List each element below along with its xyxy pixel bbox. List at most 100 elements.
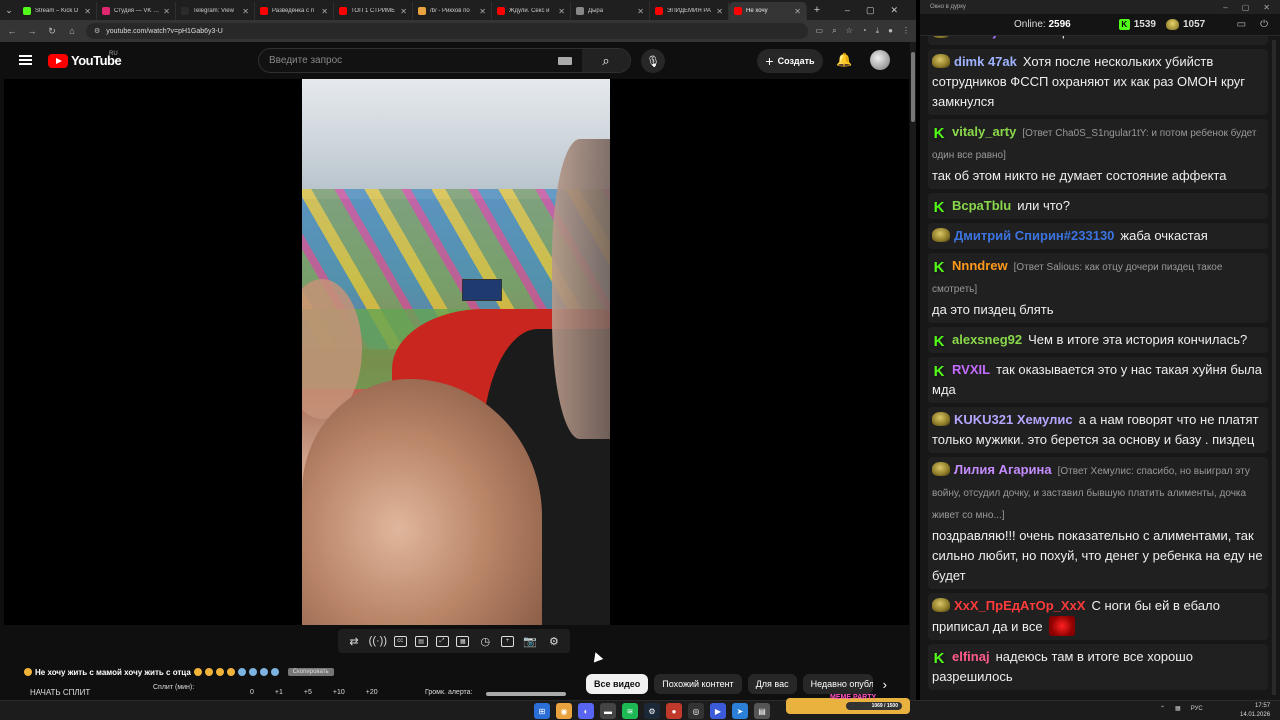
browser-tab[interactable]: /b/ - Рикхов по ✕ [413,2,492,20]
search-button[interactable]: ⌕ [582,49,630,72]
minimize-icon[interactable]: – [845,5,850,16]
clapper-icon[interactable]: ▤ [414,635,428,647]
chat-username[interactable]: dimk 47ak [954,54,1017,69]
meme-party-widget[interactable]: MEME PARTY 1069 / 1500 [786,694,910,714]
forward-icon[interactable]: → [26,26,38,36]
chevron-right-icon[interactable]: › [883,677,887,692]
audio-icon[interactable]: ((·)) [369,633,387,649]
split-value[interactable]: 0 [250,689,254,696]
back-icon[interactable]: ← [6,26,18,36]
split-value[interactable]: +1 [275,689,283,696]
chat-username[interactable]: ВсраТblu [952,198,1011,213]
browser-tab[interactable]: Студия — VK Видео ✕ [97,2,176,20]
avatar[interactable] [870,50,890,70]
keyboard-icon[interactable] [558,56,572,65]
chip-similar[interactable]: Похожий контент [654,674,742,694]
tray-expand-icon[interactable]: ⌃ [1160,705,1165,712]
chat-username[interactable]: RVXIL [952,362,990,377]
search-input[interactable]: Введите запрос [259,55,558,66]
browser-tab[interactable]: Ждули. Секс и ✕ [492,2,571,20]
tab-close-icon[interactable]: ✕ [558,7,565,16]
browser-tab[interactable]: Не хочу ✕ [729,2,807,20]
notepad-icon[interactable]: ▤ [754,703,770,719]
site-info-icon[interactable]: ⚙ [94,27,100,35]
chrome-icon[interactable]: ◉ [556,703,572,719]
chat-username[interactable]: KUKU321 Хемулис [954,412,1073,427]
video-frame[interactable] [302,79,610,625]
create-button[interactable]: + Создать [757,49,823,73]
browser-tab[interactable]: Telegram: View ✕ [176,2,255,20]
copy-title-button[interactable]: Скопировать [287,668,334,676]
scrollbar-thumb[interactable] [911,52,915,122]
voice-search-button[interactable]: 🎙 [641,49,665,73]
speed-icon[interactable]: ◷ [477,633,493,649]
app-icon[interactable]: ● [666,703,682,719]
tab-close-icon[interactable]: ✕ [163,7,170,16]
subtitles-icon[interactable]: cc [393,635,407,647]
steam-icon[interactable]: ⚙ [644,703,660,719]
loop-icon[interactable]: ⇄ [346,633,362,649]
new-tab-icon[interactable]: + [807,4,827,16]
search-box[interactable]: Введите запрос ⌕ [258,48,631,73]
power-icon[interactable]: ⏻ [1260,19,1268,30]
close-icon[interactable]: ✕ [1263,3,1270,12]
tray-app-icon[interactable]: ▦ [1175,705,1181,712]
language-indicator[interactable]: РУС [1191,706,1203,712]
split-value[interactable]: +5 [304,689,312,696]
tab-close-icon[interactable]: ✕ [84,7,91,16]
chip-recent[interactable]: Недавно опубл [802,674,873,694]
video-player[interactable] [4,79,909,625]
cast-icon[interactable]: ▭ [816,26,824,36]
tab-close-icon[interactable]: ✕ [479,7,486,16]
chat-scrollbar[interactable] [1272,40,1276,695]
browser-tab[interactable]: ТОП 1 СТРИМЕ ✕ [334,2,413,20]
browser-tab[interactable]: Stream – Kick D ✕ [18,2,97,20]
tab-search-icon[interactable]: ⌄ [0,0,18,20]
start-split-button[interactable]: НАЧАТЬ СПЛИТ [30,688,90,697]
split-value[interactable]: +10 [333,689,345,696]
minimize-icon[interactable]: – [1223,3,1227,12]
chat-username[interactable]: elfinaj [952,649,990,664]
chat-username[interactable]: alexsneg92 [952,332,1022,347]
profile-icon[interactable]: ● [888,26,893,36]
chip-all-videos[interactable]: Все видео [586,674,649,694]
tab-close-icon[interactable]: ✕ [637,7,644,16]
chip-for-you[interactable]: Для вас [747,674,797,694]
close-icon[interactable]: ✕ [890,5,898,16]
tab-close-icon[interactable]: ✕ [794,7,801,16]
obs-icon[interactable]: ◎ [688,703,704,719]
chat-username[interactable]: Nnndrew [952,258,1008,273]
start-icon[interactable]: ⊞ [534,703,550,719]
zoom-icon[interactable]: ⌕ [832,26,836,36]
alert-volume-slider[interactable] [486,692,566,696]
clock[interactable]: 17:57 14.01.2026 [1240,702,1270,720]
browser-tab[interactable]: ЭПИДЕМИЯ РА ✕ [650,2,729,20]
browser-tab[interactable]: Разведёнка с п ✕ [255,2,334,20]
maximize-icon[interactable]: ▢ [1242,3,1250,12]
settings-gear-icon[interactable]: ⚙ [546,633,562,649]
media-icon[interactable]: ▶ [710,703,726,719]
page-scrollbar[interactable] [910,42,916,700]
chat-username[interactable]: Erikkaj [954,36,997,39]
bookmark-star-icon[interactable]: ☆ [846,26,853,36]
download-icon[interactable]: ⤓ [876,26,880,36]
layout-icon[interactable]: ▭ [1237,19,1246,30]
tab-close-icon[interactable]: ✕ [321,7,328,16]
url-field[interactable]: ⚙ youtube.com/watch?v=pH1Gab6y3-U [86,23,808,39]
browser-menu-icon[interactable]: ⋮ [902,26,910,36]
menu-icon[interactable] [19,55,32,65]
chat-username[interactable]: Дмитрий Спирин#233130 [954,228,1114,243]
notifications-bell-icon[interactable]: 🔔 [836,52,852,68]
telegram-icon[interactable]: ➤ [732,703,748,719]
tab-close-icon[interactable]: ✕ [242,7,249,16]
extensions-icon[interactable]: ◔ [862,26,867,36]
discord-icon[interactable]: ◐ [578,703,594,719]
maximize-icon[interactable]: ▢ [866,5,875,16]
tab-close-icon[interactable]: ✕ [716,7,723,16]
tab-close-icon[interactable]: ✕ [400,7,407,16]
cinema-icon[interactable]: ▦ [456,635,470,647]
browser-tab[interactable]: Дыра ✕ [571,2,650,20]
chat-username[interactable]: Лилия Агарина [954,462,1052,477]
home-icon[interactable]: ⌂ [66,26,78,36]
split-value[interactable]: +20 [366,689,378,696]
